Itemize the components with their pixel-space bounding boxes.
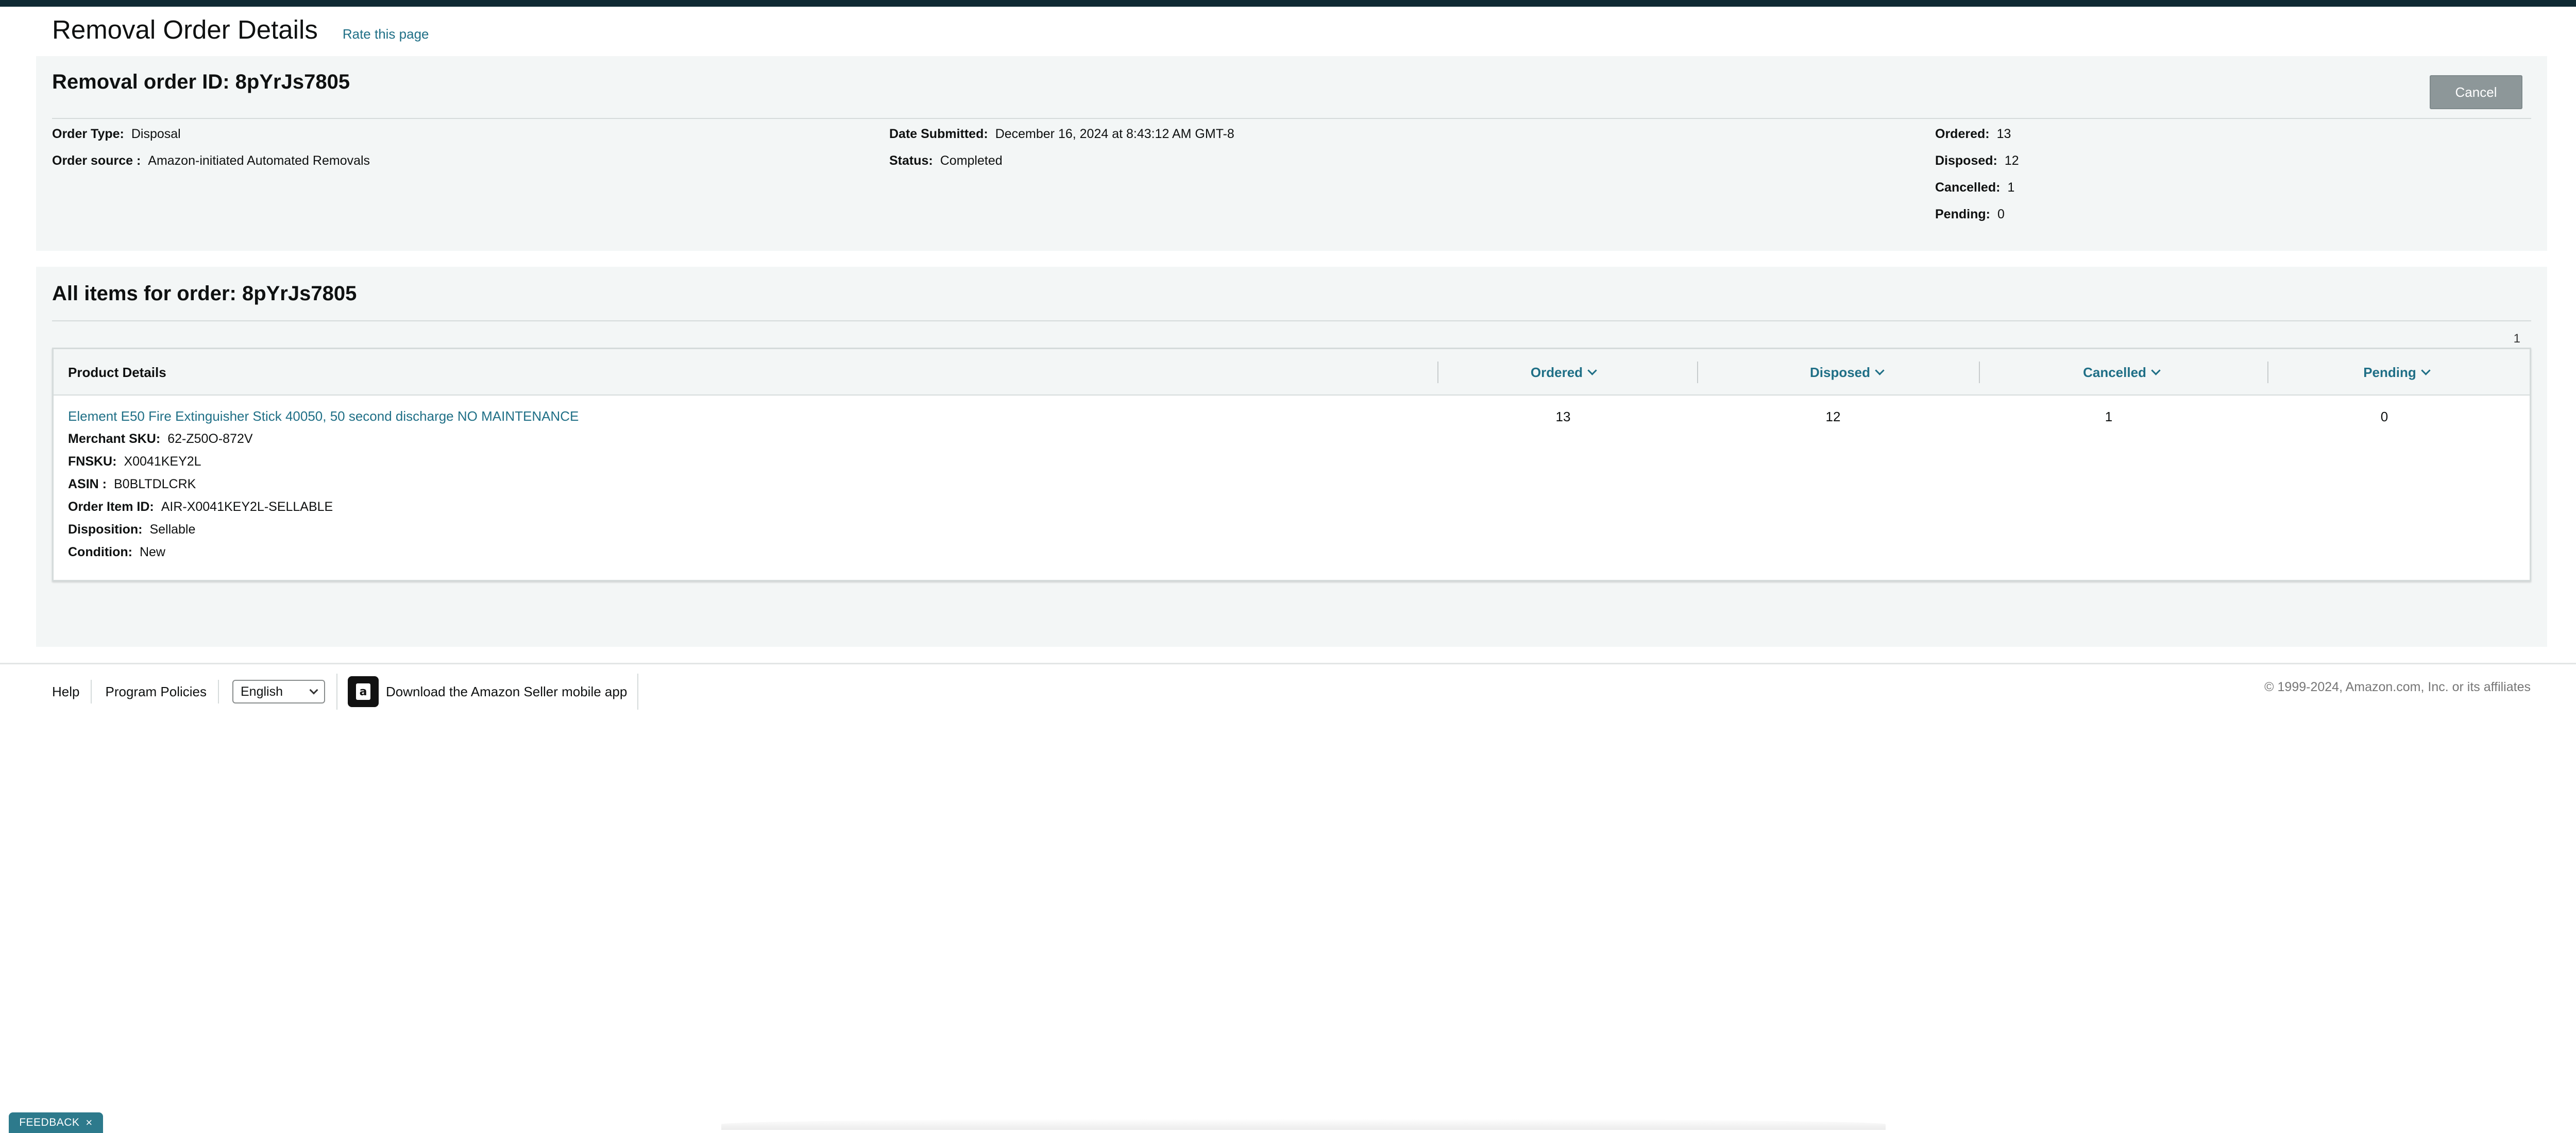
column-cancelled-sort[interactable]: Cancelled <box>2044 349 2198 396</box>
items-table: Product Details Ordered Disposed Cancell… <box>52 348 2531 581</box>
column-cancelled-label: Cancelled <box>2083 364 2146 380</box>
items-title: All items for order: 8pYrJs7805 <box>52 282 357 305</box>
ordered-count-field: Ordered: 13 <box>1935 127 2011 142</box>
divider <box>52 118 2531 119</box>
merchant-sku-field: Merchant SKU: 62-Z50O-872V <box>68 432 253 447</box>
fnsku-field: FNSKU: X0041KEY2L <box>68 454 201 469</box>
column-divider <box>1437 362 1438 383</box>
disposed-value: 12 <box>2004 153 2019 168</box>
seller-app-download-link[interactable]: a Download the Amazon Seller mobile app <box>336 674 639 710</box>
ordered-value: 13 <box>1996 127 2011 141</box>
feedback-tab[interactable]: FEEDBACK × <box>9 1112 103 1133</box>
order-summary-panel: Removal order ID: 8pYrJs7805 Cancel Orde… <box>36 56 2547 251</box>
asin-value: B0BLTDLCRK <box>114 477 196 491</box>
merchant-sku-value: 62-Z50O-872V <box>167 432 253 446</box>
order-type-label: Order Type: <box>52 127 124 141</box>
status-value: Completed <box>940 153 1003 168</box>
column-divider <box>1697 362 1698 383</box>
copyright: © 1999-2024, Amazon.com, Inc. or its aff… <box>2264 680 2531 694</box>
amazon-bag-icon: a <box>348 676 379 707</box>
disposition-field: Disposition: Sellable <box>68 522 195 537</box>
cancelled-value: 1 <box>2007 180 2015 195</box>
help-link[interactable]: Help <box>52 680 92 703</box>
pending-count-field: Pending: 0 <box>1935 207 2005 222</box>
pending-value: 0 <box>1997 207 2005 221</box>
column-ordered-sort[interactable]: Ordered <box>1491 349 1635 396</box>
date-submitted-field: Date Submitted: December 16, 2024 at 8:43… <box>889 127 1234 142</box>
order-items-panel: All items for order: 8pYrJs7805 1 Produc… <box>36 267 2547 647</box>
disposition-value: Sellable <box>149 522 196 537</box>
page-header: Removal Order Details Rate this page <box>52 14 429 45</box>
chevron-down-icon <box>1875 365 1885 375</box>
merchant-sku-label: Merchant SKU: <box>68 432 161 446</box>
column-divider <box>1979 362 1980 383</box>
disposed-count-field: Disposed: 12 <box>1935 153 2019 168</box>
order-source-label: Order source : <box>52 153 141 168</box>
condition-field: Condition: New <box>68 545 165 560</box>
fnsku-value: X0041KEY2L <box>124 454 201 469</box>
order-item-id-value: AIR-X0041KEY2L-SELLABLE <box>161 500 333 514</box>
order-source-value: Amazon-initiated Automated Removals <box>148 153 370 168</box>
date-submitted-label: Date Submitted: <box>889 127 988 141</box>
row-cancelled-value: 1 <box>2105 409 2113 424</box>
removal-order-id-label: Removal order ID: <box>52 71 230 93</box>
chevron-down-icon <box>2421 365 2431 375</box>
cancelled-label: Cancelled: <box>1935 180 2001 195</box>
status-label: Status: <box>889 153 933 168</box>
date-submitted-value: December 16, 2024 at 8:43:12 AM GMT-8 <box>995 127 1234 141</box>
rate-this-page-link[interactable]: Rate this page <box>343 26 429 42</box>
chevron-down-icon <box>2151 365 2161 375</box>
ordered-label: Ordered: <box>1935 127 1990 141</box>
column-product-details: Product Details <box>68 364 166 380</box>
column-pending-sort[interactable]: Pending <box>2324 349 2468 396</box>
removal-order-id-value: 8pYrJs7805 <box>235 71 350 93</box>
removal-order-id: Removal order ID: 8pYrJs7805 <box>52 71 350 94</box>
page-title: Removal Order Details <box>52 15 318 44</box>
cancelled-count-field: Cancelled: 1 <box>1935 180 2014 195</box>
column-pending-label: Pending <box>2363 364 2416 380</box>
order-item-id-field: Order Item ID: AIR-X0041KEY2L-SELLABLE <box>68 500 333 514</box>
row-disposed-value: 12 <box>1825 409 1841 424</box>
close-icon[interactable]: × <box>86 1116 92 1129</box>
bottom-shadow <box>721 1119 1886 1130</box>
product-title-link[interactable]: Element E50 Fire Extinguisher Stick 4005… <box>68 408 579 424</box>
row-pending-value: 0 <box>2380 409 2388 424</box>
disposed-label: Disposed: <box>1935 153 1997 168</box>
order-type-value: Disposal <box>131 127 181 141</box>
order-item-id-label: Order Item ID: <box>68 500 154 514</box>
column-divider <box>2267 362 2268 383</box>
status-field: Status: Completed <box>889 153 1003 168</box>
chevron-down-icon <box>1587 365 1597 375</box>
seller-app-download-label: Download the Amazon Seller mobile app <box>386 683 628 699</box>
fnsku-label: FNSKU: <box>68 454 117 469</box>
cancel-button[interactable]: Cancel <box>2430 75 2522 109</box>
page-number[interactable]: 1 <box>2514 332 2520 346</box>
order-type-field: Order Type: Disposal <box>52 127 181 142</box>
footer: Help Program Policies English a Download… <box>52 674 639 710</box>
row-ordered-value: 13 <box>1555 409 1571 424</box>
program-policies-link[interactable]: Program Policies <box>105 680 219 703</box>
top-bar <box>0 0 2576 7</box>
chevron-down-icon <box>309 685 318 695</box>
footer-divider <box>0 663 2576 664</box>
disposition-label: Disposition: <box>68 522 143 537</box>
condition-value: New <box>139 545 165 559</box>
language-select[interactable]: English <box>232 680 325 703</box>
pending-label: Pending: <box>1935 207 1990 221</box>
divider <box>52 320 2531 321</box>
asin-label: ASIN : <box>68 477 107 491</box>
language-select-value: English <box>241 684 283 699</box>
column-ordered-label: Ordered <box>1530 364 1583 380</box>
condition-label: Condition: <box>68 545 132 559</box>
order-source-field: Order source : Amazon-initiated Automated… <box>52 153 370 168</box>
asin-field: ASIN : B0BLTDLCRK <box>68 477 196 492</box>
column-disposed-label: Disposed <box>1809 364 1871 380</box>
feedback-label: FEEDBACK <box>19 1117 80 1128</box>
table-header: Product Details Ordered Disposed Cancell… <box>54 349 2530 396</box>
column-disposed-sort[interactable]: Disposed <box>1769 349 1924 396</box>
